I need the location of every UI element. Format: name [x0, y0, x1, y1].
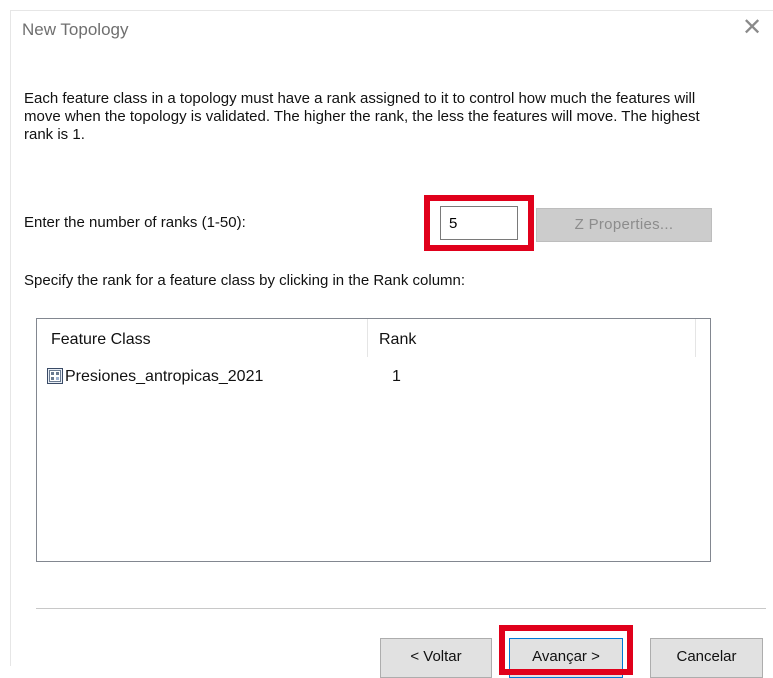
feature-class-name: Presiones_antropicas_2021 [65, 368, 264, 385]
back-button[interactable]: < Voltar [380, 638, 492, 678]
column-divider[interactable] [367, 319, 368, 357]
rank-description: Each feature class in a topology must ha… [24, 90, 700, 143]
ranks-label: Enter the number of ranks (1-50): [24, 214, 246, 231]
z-properties-button[interactable]: Z Properties... [536, 208, 712, 242]
list-header: Feature Class Rank [37, 319, 710, 357]
feature-class-list[interactable]: Feature Class Rank Presiones_antropicas_… [36, 318, 711, 562]
next-highlight-box [499, 625, 633, 675]
column-header-feature-class[interactable]: Feature Class [51, 331, 151, 349]
footer-divider [36, 608, 766, 609]
list-item[interactable]: Presiones_antropicas_2021 1 [37, 363, 710, 389]
cancel-button[interactable]: Cancelar [650, 638, 763, 678]
column-header-rank[interactable]: Rank [379, 331, 416, 349]
feature-class-rank[interactable]: 1 [392, 368, 401, 386]
ranks-highlight-box [424, 195, 534, 251]
polygon-feature-class-icon [47, 368, 63, 384]
column-divider[interactable] [695, 319, 696, 357]
dialog-title: New Topology [22, 20, 129, 39]
close-icon[interactable]: ✕ [740, 16, 764, 40]
specify-rank-label: Specify the rank for a feature class by … [24, 272, 466, 289]
